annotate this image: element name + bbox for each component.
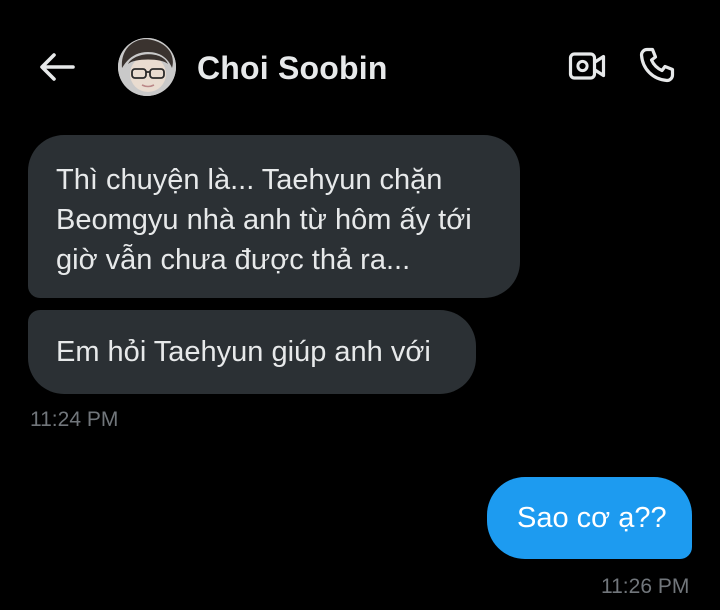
arrow-left-icon (40, 53, 75, 81)
message-text: Sao cơ ạ?? (517, 502, 667, 534)
message-timestamp: 11:24 PM (30, 408, 119, 431)
contact-avatar[interactable] (118, 38, 176, 96)
chat-header: Choi Soobin (0, 0, 720, 130)
message-bubble-outgoing[interactable]: Sao cơ ạ?? (487, 477, 692, 559)
phone-icon (639, 47, 675, 83)
video-camera-icon (568, 52, 606, 80)
message-text: Thì chuyện là... Taehyun chặn Beomgyu nh… (56, 164, 472, 276)
back-button[interactable] (36, 46, 78, 88)
message-timestamp: 11:26 PM (601, 575, 690, 598)
avatar-photo (118, 38, 176, 96)
contact-name[interactable]: Choi Soobin (197, 49, 388, 87)
video-call-button[interactable] (565, 44, 609, 88)
message-bubble-incoming[interactable]: Em hỏi Taehyun giúp anh với (28, 310, 476, 394)
message-bubble-incoming[interactable]: Thì chuyện là... Taehyun chặn Beomgyu nh… (28, 135, 520, 298)
message-text: Em hỏi Taehyun giúp anh với (56, 336, 431, 368)
voice-call-button[interactable] (634, 42, 680, 88)
